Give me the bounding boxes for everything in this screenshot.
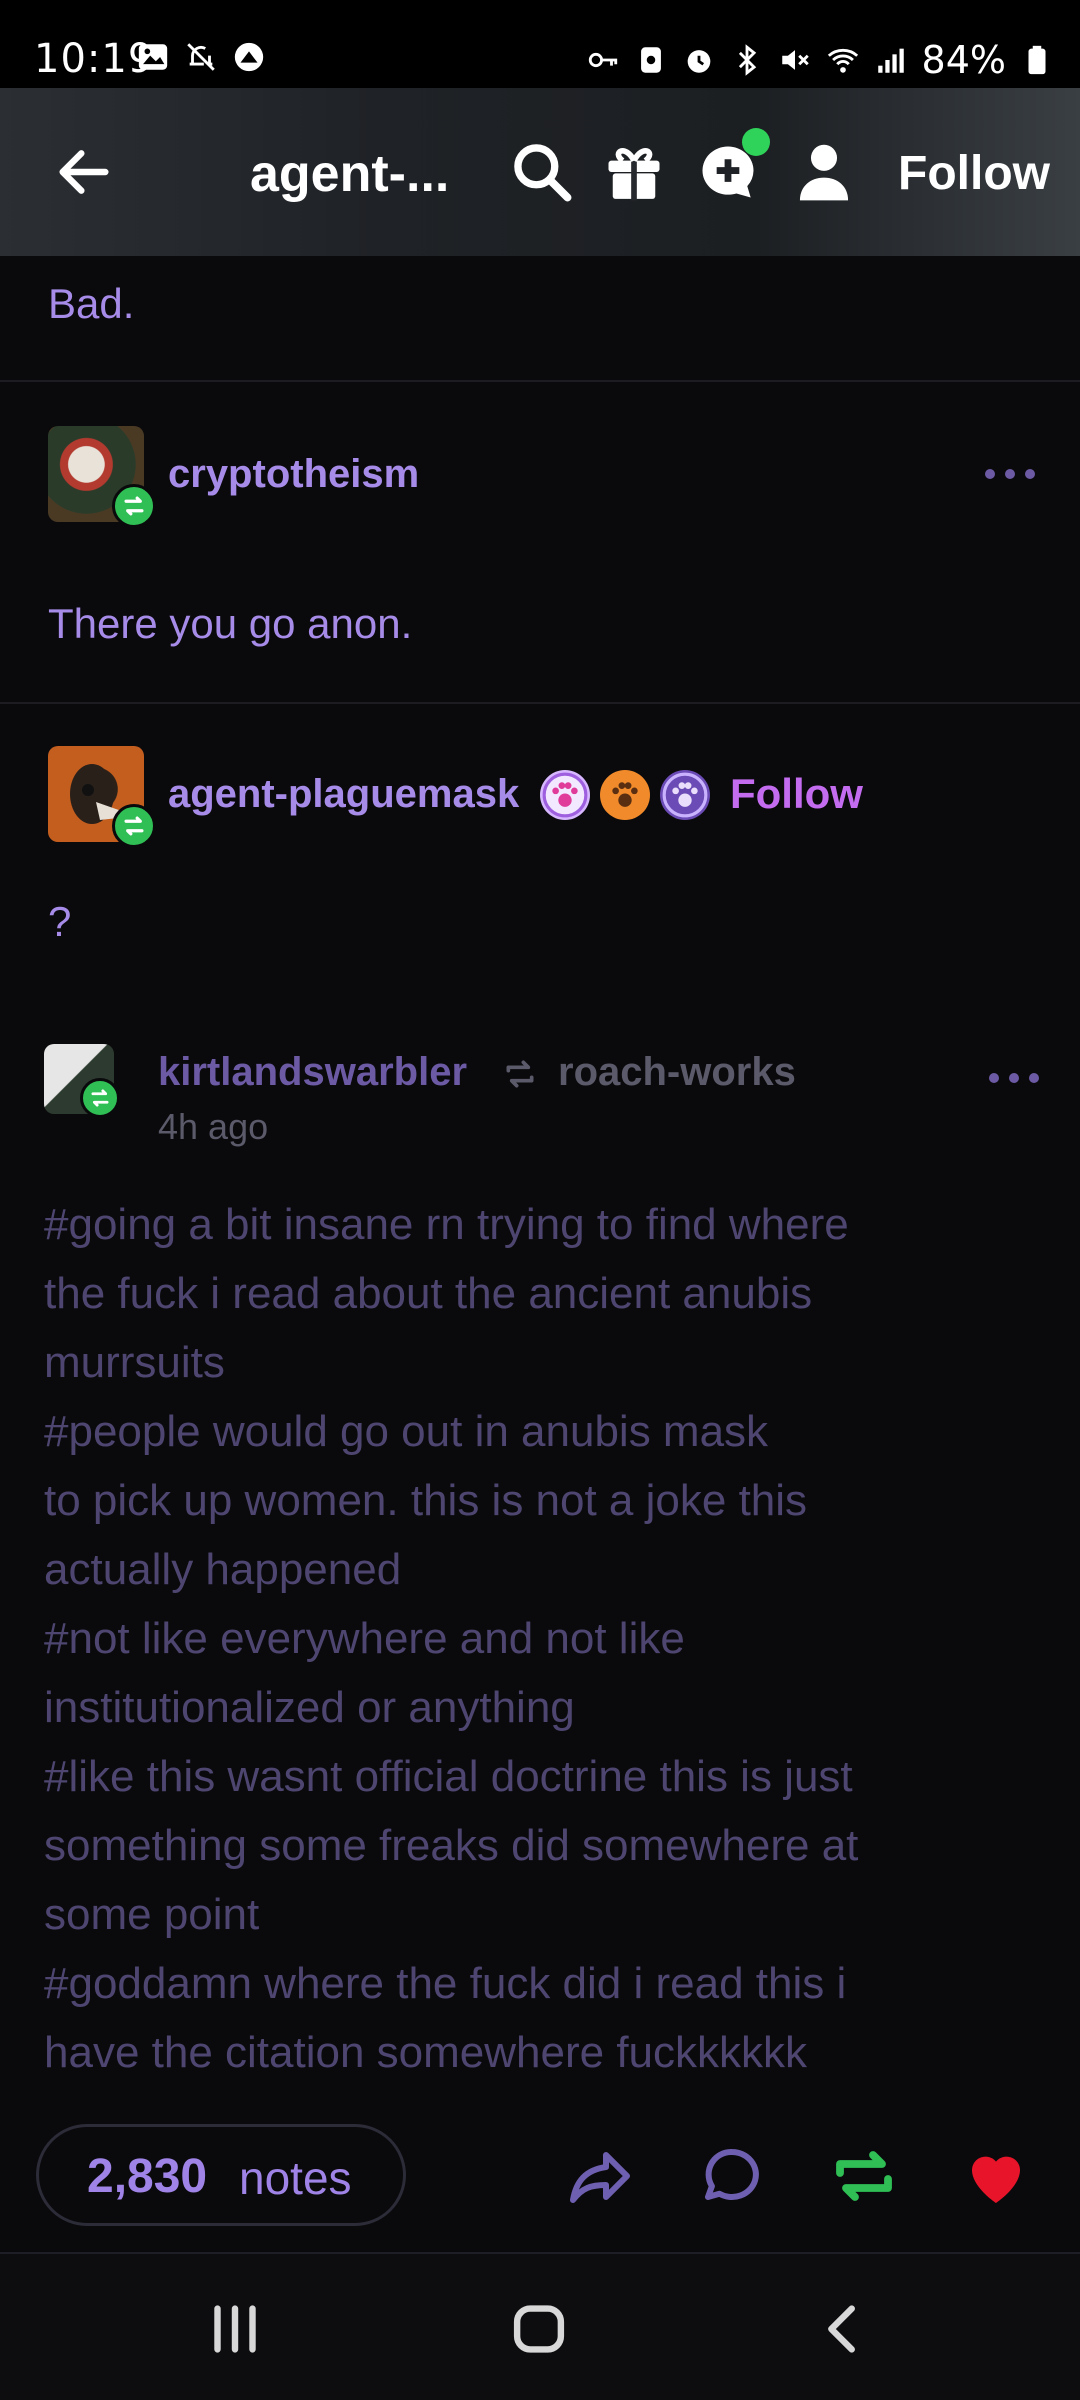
- lock-app-icon: [640, 47, 661, 73]
- battery-icon: [1028, 45, 1046, 75]
- reply-text: There you go anon.: [48, 600, 413, 647]
- reply-username[interactable]: cryptotheism: [168, 452, 419, 497]
- search-icon[interactable]: [508, 138, 576, 206]
- follow-button[interactable]: Follow: [898, 146, 1050, 201]
- tag-line[interactable]: #not like everywhere and not like: [44, 1604, 1044, 1673]
- blog-title: agent-...: [250, 145, 450, 203]
- tag-line[interactable]: murrsuits: [44, 1328, 1044, 1397]
- more-options-icon[interactable]: [982, 464, 1038, 484]
- wifi-icon: [827, 48, 858, 73]
- notes-count: 2,830: [87, 2150, 208, 2203]
- system-back-icon[interactable]: [808, 2294, 878, 2364]
- tag-line[interactable]: #going a bit insane rn trying to find wh…: [44, 1190, 1044, 1259]
- reblog-icon: [506, 1060, 534, 1088]
- tag-line[interactable]: the fuck i read about the ancient anubis: [44, 1259, 1044, 1328]
- paw-badge-icon: [600, 770, 650, 820]
- mute-icon: [781, 50, 809, 70]
- tag-line[interactable]: #like this wasnt official doctrine this …: [44, 1742, 1044, 1811]
- notification-dot: [742, 128, 770, 156]
- reblog-button-icon[interactable]: [828, 2140, 900, 2212]
- tag-line[interactable]: have the citation somewhere fuckkkkkk: [44, 2018, 1044, 2087]
- post-timestamp: 4h ago: [158, 1106, 269, 1147]
- reply-text: ?: [48, 898, 72, 945]
- reply-text: Bad.: [48, 280, 135, 327]
- reblog-badge-icon: [112, 484, 156, 528]
- bluetooth-icon: [738, 44, 756, 76]
- profile-icon[interactable]: [790, 138, 858, 206]
- post-username[interactable]: kirtlandswarbler: [158, 1050, 467, 1095]
- notes-label: notes: [239, 2152, 352, 2204]
- reblog-badge-icon: [80, 1078, 120, 1118]
- tag-line[interactable]: something some freaks did somewhere at: [44, 1811, 1044, 1880]
- like-heart-icon[interactable]: [960, 2140, 1032, 2212]
- system-nav-bar: [0, 2254, 1080, 2400]
- tag-line[interactable]: #people would go out in anubis mask: [44, 1397, 1044, 1466]
- paw-badge-icon: [660, 770, 710, 820]
- blog-header: agent-... Follow: [0, 88, 1080, 256]
- share-icon[interactable]: [564, 2140, 636, 2212]
- reply-username[interactable]: agent-plaguemask: [168, 772, 519, 817]
- status-icons-right: 84%: [586, 38, 1054, 82]
- notes-button[interactable]: 2,830 notes: [36, 2124, 406, 2226]
- divider: [0, 380, 1080, 382]
- recent-apps-icon[interactable]: [200, 2294, 270, 2364]
- comment-icon[interactable]: [696, 2140, 768, 2212]
- app-notification-icon: [234, 42, 264, 72]
- follow-user-button[interactable]: Follow: [730, 770, 863, 818]
- gift-icon[interactable]: [600, 138, 668, 206]
- more-options-icon[interactable]: [986, 1068, 1042, 1088]
- tag-line[interactable]: institutionalized or anything: [44, 1673, 1044, 1742]
- tag-line[interactable]: actually happened: [44, 1535, 1044, 1604]
- tag-line[interactable]: #goddamn where the fuck did i read this …: [44, 1949, 1044, 2018]
- reblogged-from[interactable]: roach-works: [558, 1050, 796, 1095]
- reblog-badge-icon: [112, 804, 156, 848]
- alarm-icon: [687, 50, 710, 73]
- vpn-key-icon: [588, 52, 617, 68]
- status-icons-left: [136, 40, 266, 74]
- mute-notifications-icon: [187, 43, 215, 71]
- home-icon[interactable]: [504, 2294, 574, 2364]
- signal-icon: [877, 48, 904, 73]
- tag-line[interactable]: some point: [44, 1880, 1044, 1949]
- paw-badge-icon: [540, 770, 590, 820]
- battery-percent: 84%: [921, 38, 1006, 82]
- status-bar: 10:19 84%: [0, 0, 1080, 88]
- back-arrow-icon[interactable]: [52, 140, 116, 204]
- divider: [0, 702, 1080, 704]
- gallery-icon: [138, 44, 168, 70]
- post-tags: #going a bit insane rn trying to find wh…: [44, 1190, 1044, 2087]
- tag-line[interactable]: to pick up women. this is not a joke thi…: [44, 1466, 1044, 1535]
